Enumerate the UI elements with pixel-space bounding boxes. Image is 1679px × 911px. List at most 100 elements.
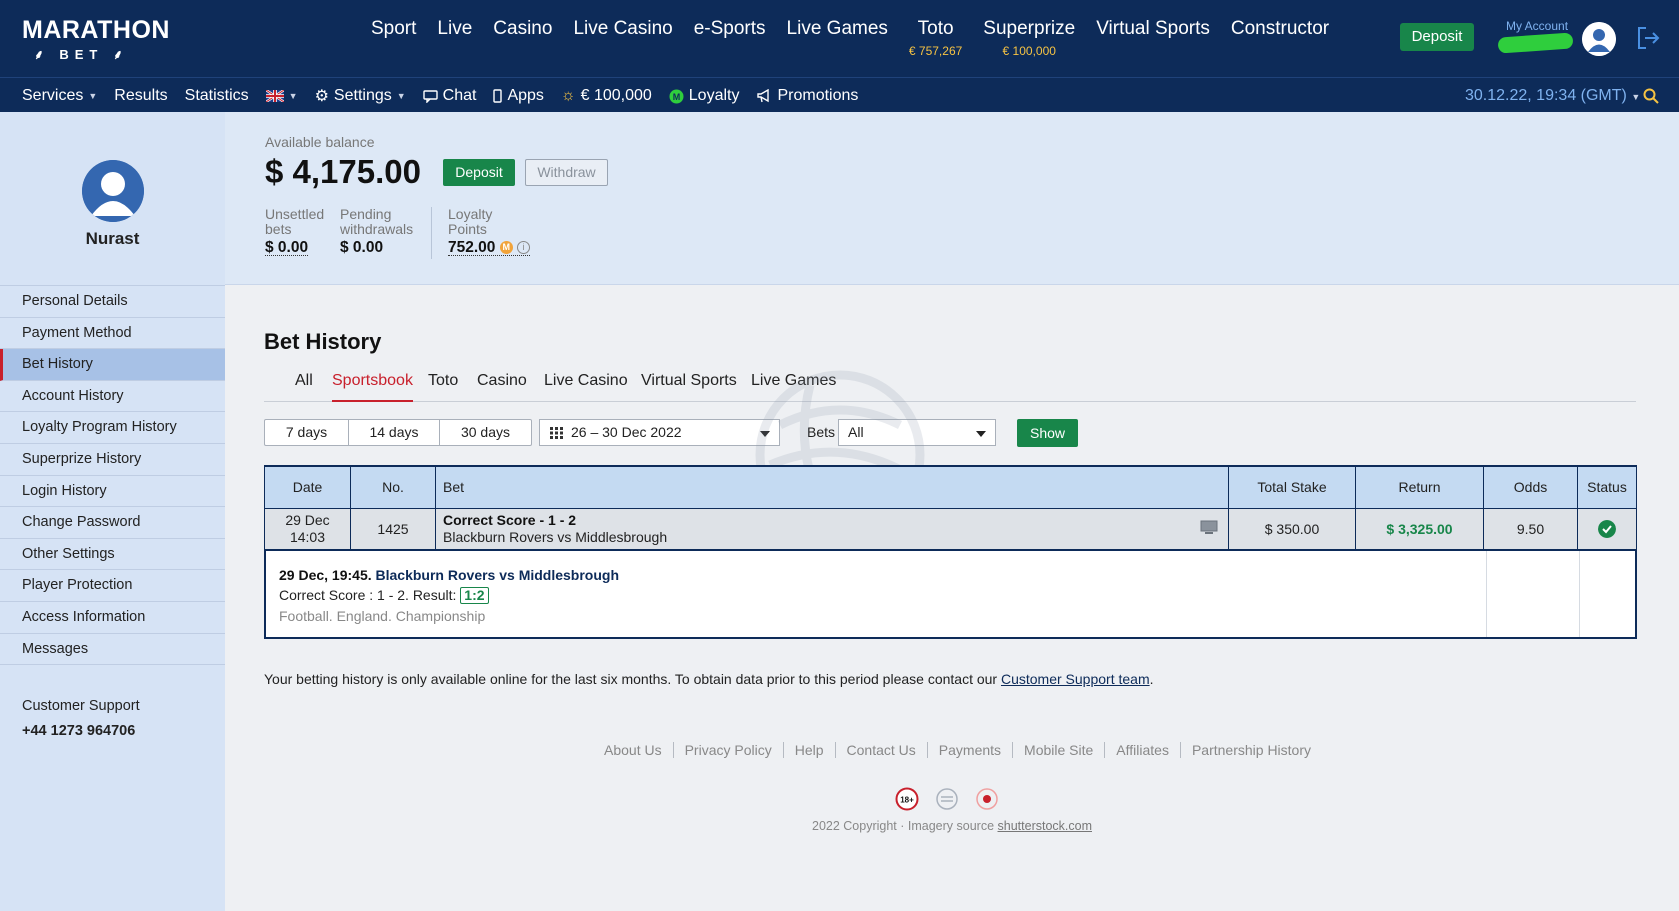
info-icon[interactable]: i — [517, 241, 531, 255]
chevron-down-icon — [976, 431, 986, 437]
detail-event-link[interactable]: Blackburn Rovers vs Middlesbrough — [376, 567, 620, 583]
header-deposit-button[interactable]: Deposit — [1400, 23, 1474, 51]
menu-access-information[interactable]: Access Information — [0, 602, 225, 634]
menu-account-history[interactable]: Account History — [0, 381, 225, 413]
loyalty-icon: M — [669, 89, 684, 103]
age-18-plus-icon[interactable]: 18+ — [895, 787, 919, 811]
gamcare-icon[interactable] — [935, 787, 959, 811]
nav-casino[interactable]: Casino — [493, 18, 552, 58]
menu-loyalty-program-history[interactable]: Loyalty Program History — [0, 412, 225, 444]
apps-link[interactable]: Apps — [493, 87, 544, 105]
customer-support-phone[interactable]: +44 1273 964706 — [22, 723, 140, 739]
tab-virtual-sports[interactable]: Virtual Sports — [641, 372, 737, 402]
statistics-link[interactable]: Statistics — [185, 87, 249, 105]
menu-payment-method[interactable]: Payment Method — [0, 318, 225, 350]
check-circle-icon — [1598, 519, 1616, 538]
unsettled-bets-value[interactable]: $ 0.00 — [265, 240, 309, 256]
jackpot-link[interactable]: ☼ € 100,000 — [561, 87, 652, 105]
nav-esports[interactable]: e-Sports — [694, 18, 766, 58]
marathonbet-logo[interactable]: MARATHON ⸙ BET ⸙ — [22, 16, 170, 63]
menu-other-settings[interactable]: Other Settings — [0, 539, 225, 571]
detail-selection: Correct Score : 1 - 2. Result: — [279, 587, 457, 603]
superprize-amount: € 100,000 — [1002, 44, 1056, 58]
footer-partnership-history[interactable]: Partnership History — [1181, 742, 1322, 758]
footer-links: About Us Privacy Policy Help Contact Us … — [593, 742, 1322, 758]
nav-label: Live Casino — [573, 18, 673, 39]
footer-affiliates[interactable]: Affiliates — [1105, 742, 1181, 758]
period-30-days[interactable]: 30 days — [440, 420, 531, 445]
nav-live-casino[interactable]: Live Casino — [573, 18, 672, 58]
nav-live[interactable]: Live — [437, 18, 472, 58]
menu-messages[interactable]: Messages — [0, 634, 225, 666]
menu-change-password[interactable]: Change Password — [0, 507, 225, 539]
settings-menu[interactable]: ⚙ Settings ▼ — [315, 86, 406, 106]
chevron-down-icon: ▼ — [288, 91, 298, 101]
period-7-days[interactable]: 7 days — [265, 420, 349, 445]
bet-odds: 9.50 — [1483, 507, 1578, 551]
table-row[interactable]: 29 Dec 14:03 1425 Correct Score - 1 - 2 B… — [264, 507, 1637, 551]
col-bet: Bet — [435, 465, 1229, 509]
tab-casino[interactable]: Casino — [477, 372, 527, 402]
results-link[interactable]: Results — [114, 87, 167, 105]
loyalty-points-value-wrap[interactable]: 752.00 M i — [448, 240, 531, 256]
nav-virtual-sports[interactable]: Virtual Sports — [1096, 18, 1210, 58]
tab-live-casino[interactable]: Live Casino — [544, 372, 628, 402]
tab-sportsbook[interactable]: Sportsbook — [332, 372, 413, 402]
divider — [431, 207, 432, 259]
date-range-picker[interactable]: 26 – 30 Dec 2022 — [539, 419, 780, 446]
nav-label: Live Games — [786, 18, 888, 39]
datetime-selector[interactable]: 30.12.22, 19:34 (GMT) ▼ — [1465, 87, 1640, 105]
bet-number: 1425 — [350, 507, 436, 551]
account-sidebar: Nurast Personal Details Payment Method B… — [0, 112, 225, 911]
search-icon[interactable] — [1642, 87, 1660, 105]
tab-toto[interactable]: Toto — [428, 372, 458, 402]
withdraw-button[interactable]: Withdraw — [525, 159, 608, 186]
footer-about-us[interactable]: About Us — [593, 742, 674, 758]
unsettled-bets-stat: Unsettled bets $ 0.00 — [265, 207, 324, 256]
menu-personal-details[interactable]: Personal Details — [0, 286, 225, 318]
menu-superprize-history[interactable]: Superprize History — [0, 444, 225, 476]
tv-icon[interactable] — [1200, 520, 1218, 534]
language-selector[interactable]: ▼ — [265, 90, 298, 102]
chat-label: Chat — [442, 87, 477, 104]
customer-support-link[interactable]: Customer Support team — [1001, 671, 1150, 687]
menu-bet-history[interactable]: Bet History — [0, 349, 225, 381]
nav-label: e-Sports — [693, 18, 766, 39]
deposit-button[interactable]: Deposit — [443, 159, 515, 186]
nav-label: Constructor — [1230, 18, 1330, 39]
loyalty-link[interactable]: M Loyalty — [669, 87, 739, 105]
nav-constructor[interactable]: Constructor — [1231, 18, 1329, 58]
tab-all[interactable]: All — [295, 372, 313, 402]
chat-link[interactable]: Chat — [422, 87, 477, 105]
customer-support-block: Customer Support +44 1273 964706 — [22, 698, 140, 739]
promotions-label: Promotions — [777, 87, 859, 104]
top-header: MARATHON ⸙ BET ⸙ Sport Live Casino Live … — [0, 0, 1679, 77]
shutterstock-link[interactable]: shutterstock.com — [998, 819, 1092, 833]
logo-subtext: ⸙ BET ⸙ — [34, 47, 129, 62]
footer-mobile-site[interactable]: Mobile Site — [1013, 742, 1106, 758]
bet-status-cell — [1577, 507, 1637, 551]
bet-date: 29 Dec — [285, 511, 330, 528]
services-menu[interactable]: Services ▼ — [22, 87, 97, 105]
footer-help[interactable]: Help — [784, 742, 836, 758]
nav-superprize[interactable]: Superprize € 100,000 — [983, 18, 1075, 58]
nav-sport[interactable]: Sport — [371, 18, 416, 58]
chat-icon — [422, 89, 438, 103]
menu-login-history[interactable]: Login History — [0, 476, 225, 508]
responsible-gaming-icon[interactable] — [975, 787, 999, 811]
menu-player-protection[interactable]: Player Protection — [0, 570, 225, 602]
note-end: . — [1149, 671, 1154, 687]
promotions-link[interactable]: Promotions — [756, 87, 858, 105]
period-14-days[interactable]: 14 days — [349, 420, 440, 445]
footer-privacy-policy[interactable]: Privacy Policy — [674, 742, 784, 758]
user-avatar-icon[interactable] — [1582, 22, 1616, 56]
my-account-link[interactable]: My Account — [1506, 19, 1568, 33]
logout-icon[interactable] — [1634, 24, 1662, 52]
nav-toto[interactable]: Toto € 757,267 — [909, 18, 962, 58]
footer-payments[interactable]: Payments — [928, 742, 1014, 758]
phone-icon — [493, 89, 503, 103]
footer-contact-us[interactable]: Contact Us — [836, 742, 928, 758]
show-button[interactable]: Show — [1017, 419, 1078, 447]
nav-live-games[interactable]: Live Games — [787, 18, 888, 58]
filters-row: 7 days 14 days 30 days 26 – 30 Dec 2022 … — [264, 419, 1636, 447]
